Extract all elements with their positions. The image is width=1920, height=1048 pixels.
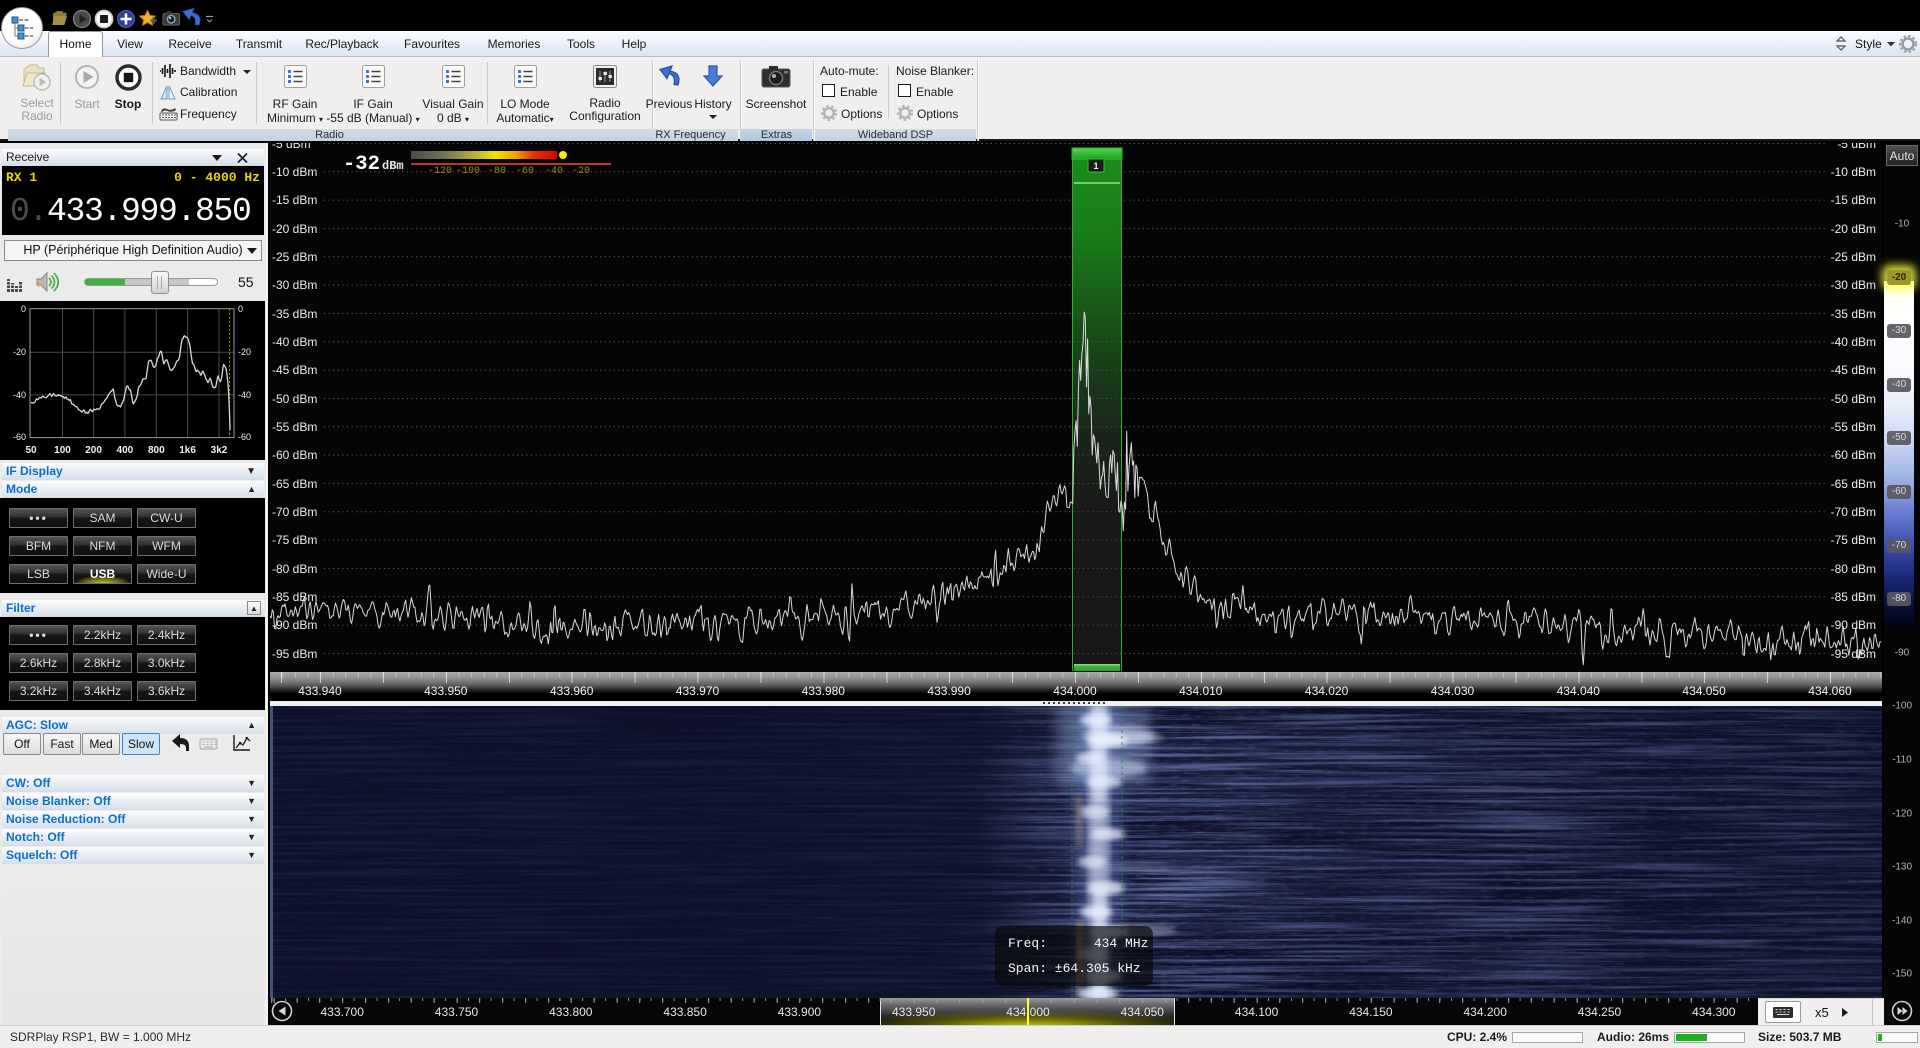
svg-text:0: 0	[21, 304, 26, 314]
svg-text:100: 100	[54, 445, 71, 456]
svg-text:-20: -20	[238, 347, 251, 357]
svg-text:-60: -60	[238, 432, 251, 442]
svg-text:0: 0	[238, 304, 243, 314]
svg-text:-40: -40	[238, 390, 251, 400]
svg-text:200: 200	[85, 445, 102, 456]
svg-text:1: 1	[1093, 161, 1098, 171]
svg-text:400: 400	[117, 445, 134, 456]
svg-text:50: 50	[25, 445, 37, 456]
svg-text:800: 800	[148, 445, 165, 456]
svg-text:-40: -40	[13, 390, 26, 400]
svg-text:-60: -60	[13, 432, 26, 442]
svg-text:1k6: 1k6	[179, 445, 196, 456]
svg-text:3k2: 3k2	[211, 445, 228, 456]
svg-text:-20: -20	[13, 347, 26, 357]
